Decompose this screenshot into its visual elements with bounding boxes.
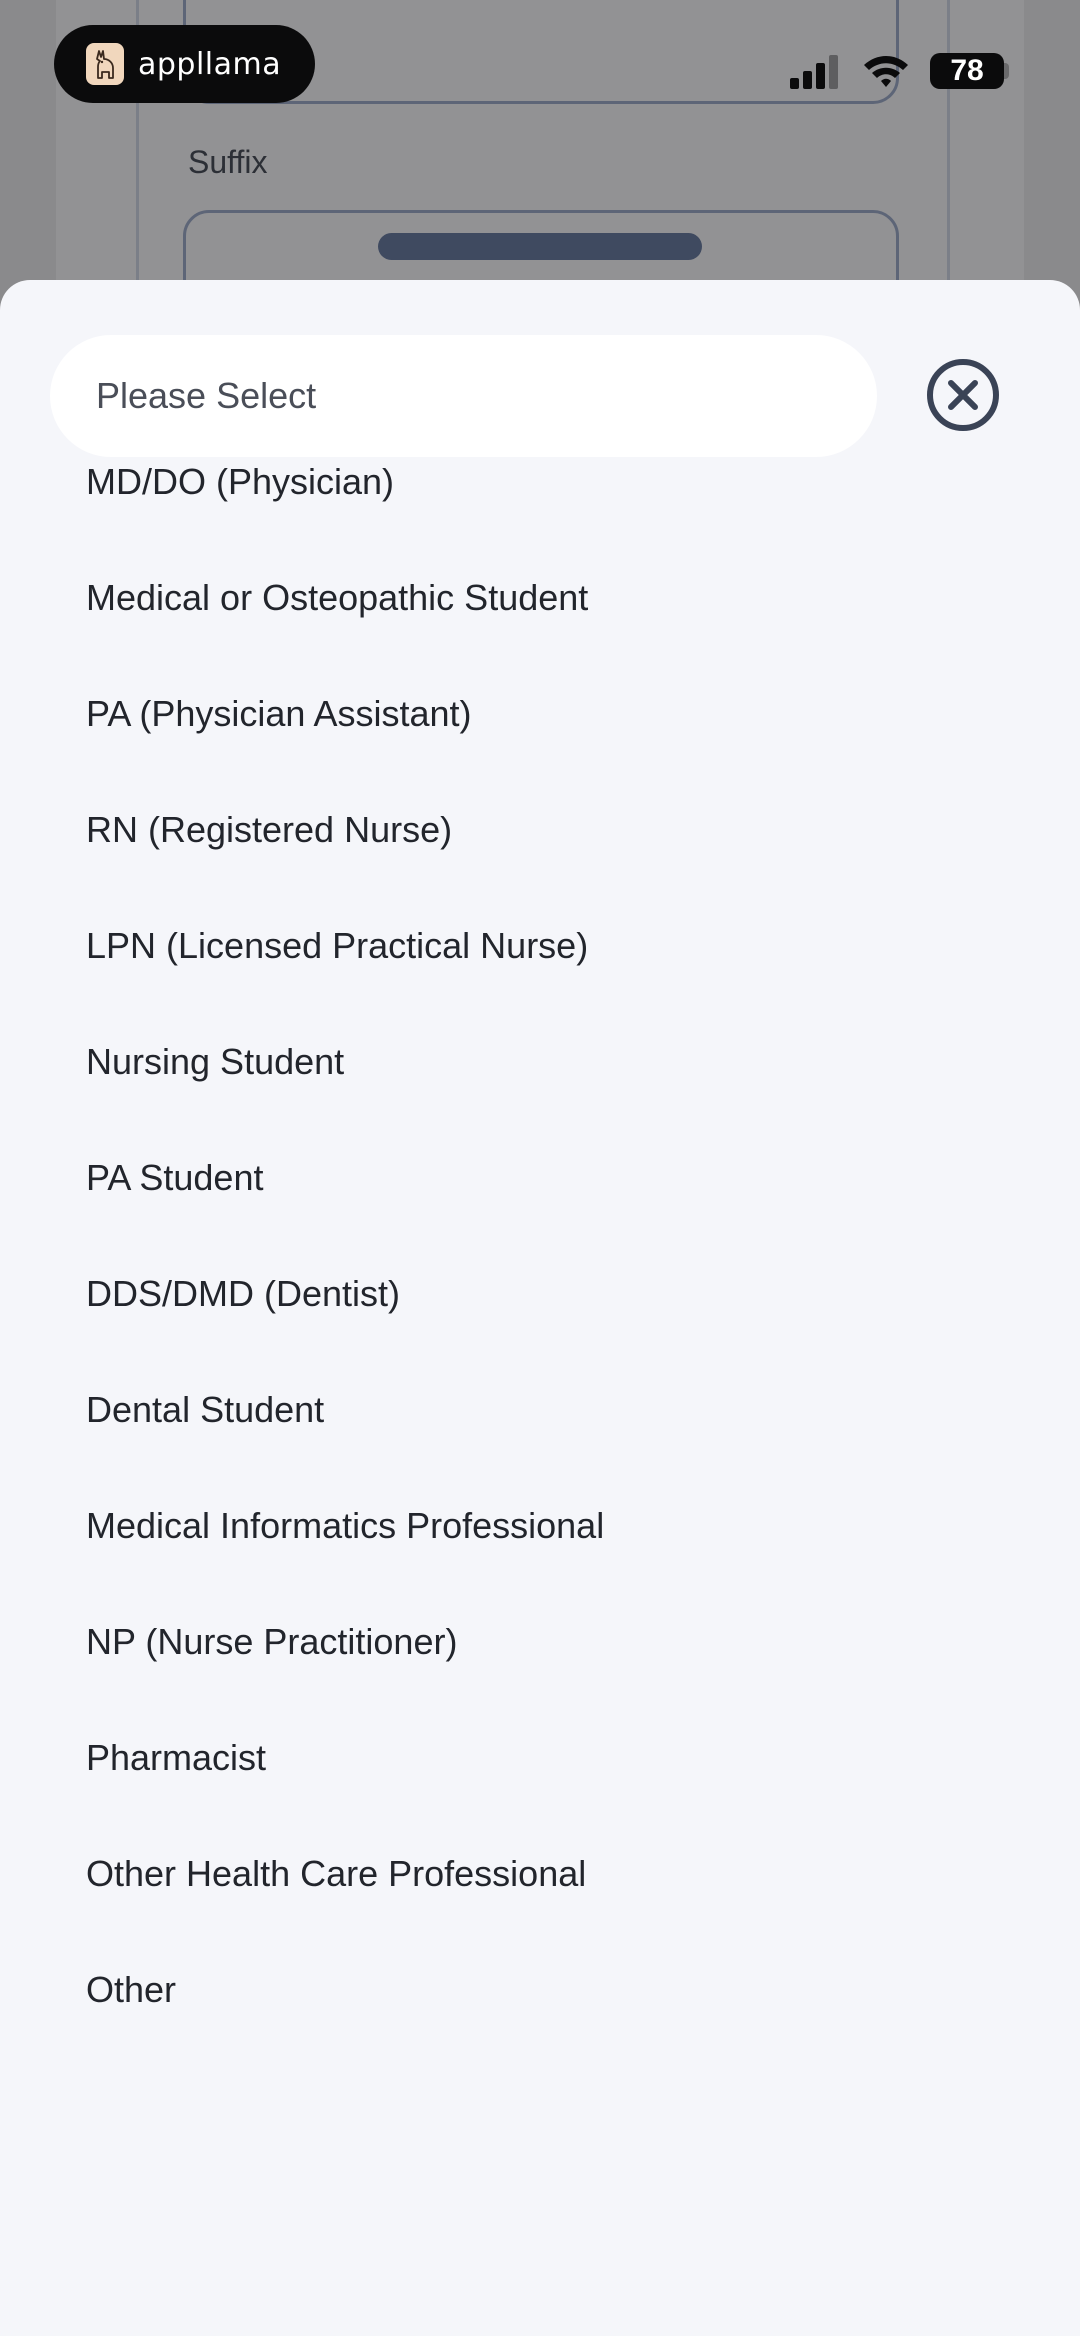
search-input[interactable] [94,374,838,418]
close-circle-icon [927,359,999,431]
close-button[interactable] [925,357,1001,433]
cellular-signal-icon [790,55,838,89]
option-pa[interactable]: PA (Physician Assistant) [86,674,986,754]
option-other-health-care[interactable]: Other Health Care Professional [86,1834,986,1914]
wifi-icon [864,56,908,87]
option-dds-dmd[interactable]: DDS/DMD (Dentist) [86,1254,986,1334]
suffix-loading-placeholder [378,233,702,260]
battery-indicator: 78 [930,53,1004,89]
option-md-do[interactable]: MD/DO (Physician) [86,442,986,522]
option-medical-osteopathic-student[interactable]: Medical or Osteopathic Student [86,558,986,638]
option-dental-student[interactable]: Dental Student [86,1370,986,1450]
battery-nub [1004,63,1009,79]
llama-logo-icon [86,43,124,85]
app-name: appllama [138,46,282,82]
option-np[interactable]: NP (Nurse Practitioner) [86,1602,986,1682]
app-badge: appllama [54,25,315,103]
option-lpn[interactable]: LPN (Licensed Practical Nurse) [86,906,986,986]
option-rn[interactable]: RN (Registered Nurse) [86,790,986,870]
option-nursing-student[interactable]: Nursing Student [86,1022,986,1102]
option-medical-informatics[interactable]: Medical Informatics Professional [86,1486,986,1566]
option-pharmacist[interactable]: Pharmacist [86,1718,986,1798]
search-field[interactable] [50,335,877,457]
option-pa-student[interactable]: PA Student [86,1138,986,1218]
suffix-label: Suffix [188,144,268,180]
option-other[interactable]: Other [86,1950,986,2030]
